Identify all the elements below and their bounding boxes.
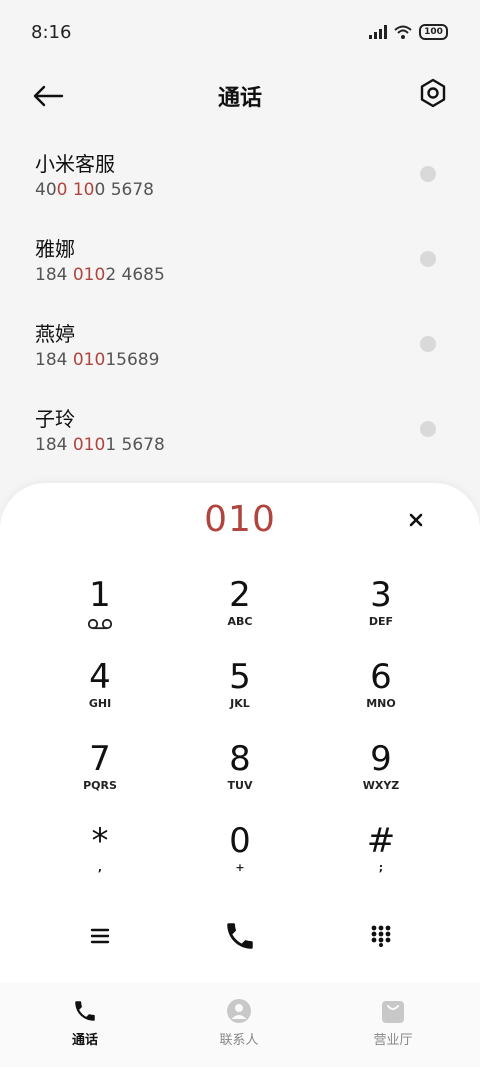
key-0[interactable]: 0 + xyxy=(180,821,300,891)
tab-contacts[interactable]: 联系人 xyxy=(179,997,299,1048)
contact-number: 184 0101 5678 xyxy=(35,435,165,455)
contact-number: 400 100 5678 xyxy=(35,180,154,200)
status-time: 8:16 xyxy=(31,22,72,43)
contact-number: 184 0102 4685 xyxy=(35,265,165,285)
dialer-actions xyxy=(0,911,480,961)
clear-button[interactable] xyxy=(407,511,425,529)
contact-number: 184 01015689 xyxy=(35,350,160,370)
tab-label: 通话 xyxy=(71,1033,98,1048)
tab-bar: 通话 联系人 营业厅 xyxy=(0,983,480,1067)
voicemail-icon xyxy=(87,618,113,630)
shopping-bag-icon xyxy=(382,1001,404,1023)
phone-icon xyxy=(227,923,253,949)
chevron-right-icon[interactable] xyxy=(420,336,436,352)
settings-button[interactable] xyxy=(418,78,448,108)
key-star[interactable]: * , xyxy=(40,821,160,891)
gear-icon xyxy=(420,78,446,108)
key-8[interactable]: 8 TUV xyxy=(180,739,300,809)
close-icon xyxy=(409,513,423,527)
key-hash[interactable]: # ; xyxy=(321,821,441,891)
wifi-icon xyxy=(394,25,412,39)
key-7[interactable]: 7 PQRS xyxy=(40,739,160,809)
status-icons: 100 xyxy=(369,24,448,40)
menu-button[interactable] xyxy=(75,911,125,961)
call-button[interactable] xyxy=(215,911,265,961)
key-3[interactable]: 3 DEF xyxy=(321,575,441,645)
key-4[interactable]: 4 GHI xyxy=(40,657,160,727)
page-title: 通话 xyxy=(217,86,262,111)
key-9[interactable]: 9 WXYZ xyxy=(321,739,441,809)
tab-label: 营业厅 xyxy=(373,1033,413,1048)
tab-calls[interactable]: 通话 xyxy=(25,997,145,1048)
key-6[interactable]: 6 MNO xyxy=(321,657,441,727)
chevron-right-icon[interactable] xyxy=(420,166,436,182)
tab-label: 联系人 xyxy=(219,1033,259,1048)
dialpad-icon xyxy=(371,925,391,947)
contact-name: 子玲 xyxy=(35,407,75,431)
menu-icon xyxy=(90,928,110,944)
contact-item[interactable]: 雅娜 184 0102 4685 xyxy=(0,225,480,310)
signal-icon xyxy=(369,25,387,39)
status-bar: 8:16 100 xyxy=(0,0,480,60)
keypad-toggle-button[interactable] xyxy=(356,911,406,961)
contact-name: 小米客服 xyxy=(35,152,115,176)
chevron-right-icon[interactable] xyxy=(420,421,436,437)
dialer-panel: 010 1 2 ABC 3 DEF 4 GHI 5 JKL 6 MNO 7 PQ… xyxy=(0,483,480,983)
battery-icon: 100 xyxy=(419,24,448,40)
person-icon xyxy=(227,999,251,1023)
tab-service-hall[interactable]: 营业厅 xyxy=(333,997,453,1048)
chevron-right-icon[interactable] xyxy=(420,251,436,267)
contact-name: 燕婷 xyxy=(35,322,75,346)
contact-list: 小米客服 400 100 5678 雅娜 184 0102 4685 燕婷 18… xyxy=(0,140,480,480)
contact-item[interactable]: 燕婷 184 01015689 xyxy=(0,310,480,395)
key-5[interactable]: 5 JKL xyxy=(180,657,300,727)
phone-icon xyxy=(75,1001,95,1021)
key-2[interactable]: 2 ABC xyxy=(180,575,300,645)
header: 通话 xyxy=(0,70,480,120)
contact-name: 雅娜 xyxy=(35,237,75,261)
key-1[interactable]: 1 xyxy=(40,575,160,645)
contact-item[interactable]: 小米客服 400 100 5678 xyxy=(0,140,480,225)
contact-item[interactable]: 子玲 184 0101 5678 xyxy=(0,395,480,480)
